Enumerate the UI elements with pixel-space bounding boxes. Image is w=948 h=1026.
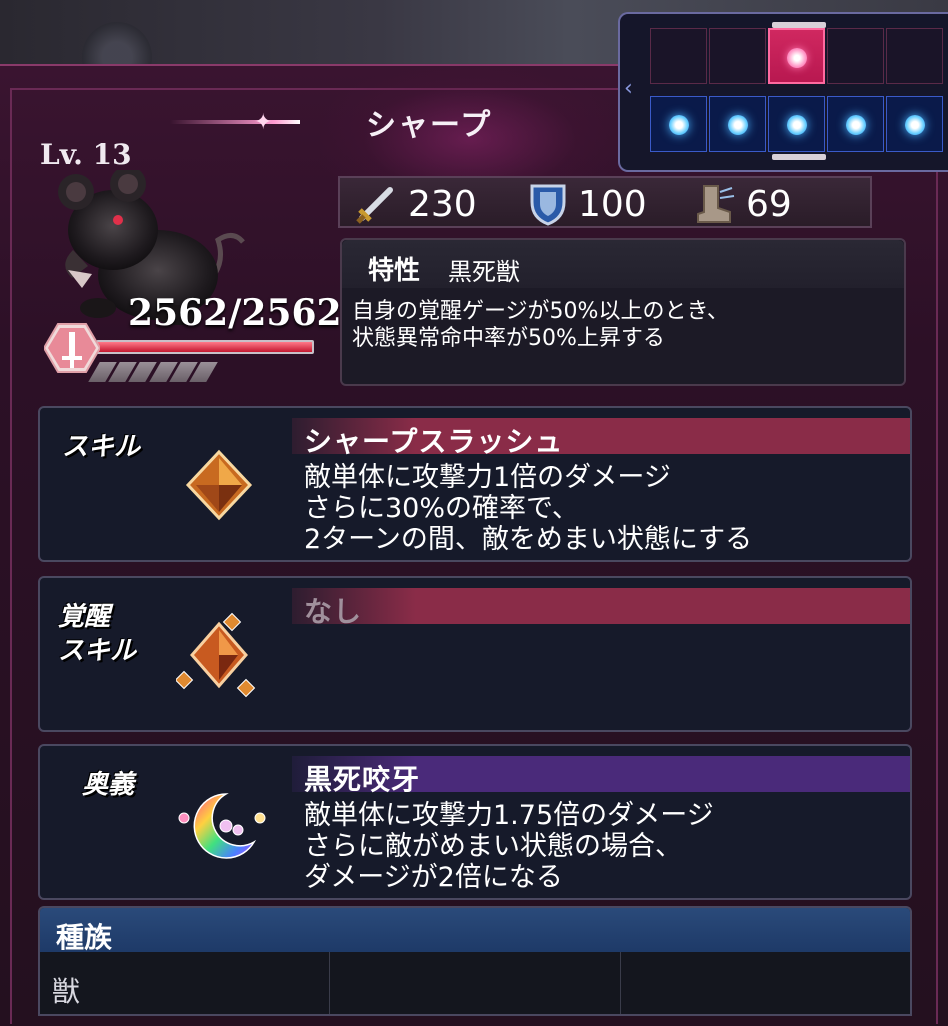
race-cell [330,952,621,1014]
ally-marker-icon [904,115,925,135]
defense-value: 100 [578,183,647,225]
trait-label: 特性 [368,256,421,286]
formation-front-row [650,96,943,152]
race-cell [621,952,910,1014]
sword-icon [356,187,393,224]
formation-slot[interactable] [886,28,943,84]
speed-value: 69 [746,183,792,225]
awakening-gauge [88,362,218,382]
sparkle-icon: ✦ [254,110,273,135]
awakened-skill-category-label: 覚醒 スキル [58,602,137,666]
formation-slot[interactable] [827,96,884,152]
trait-panel: 特性 黒死獣 自身の覚醒ゲージが50%以上のとき、 状態異常命中率が50%上昇す… [340,238,906,386]
boot-icon [697,185,735,223]
formation-slot[interactable] [650,28,707,84]
formation-slot[interactable] [709,96,766,152]
ultimate-panel[interactable]: 黒死咬牙 敵単体に攻撃力1.75倍のダメージ さらに敵がめまい状態の場合、 ダメ… [38,744,912,900]
skill-description: 敵単体に攻撃力1倍のダメージ さらに30%の確率で、 2ターンの間、敵をめまい状… [304,462,753,555]
ally-marker-icon [727,115,748,135]
awakened-skill-header [292,588,910,624]
ultimate-category-label: 奥義 [82,770,135,800]
position-marker-icon [786,48,807,68]
formation-back-row [650,28,943,84]
skill-name: シャープスラッシュ [304,425,564,458]
formation-slot[interactable] [886,96,943,152]
formation-slot[interactable] [827,28,884,84]
formation-slot-active[interactable] [768,28,825,84]
race-panel: 種族 獣 [38,906,912,1016]
skill-category-label: スキル [62,432,141,462]
stat-defense: 100 [528,182,647,226]
skill-crystal-icon [185,449,253,521]
hp-bar [96,340,314,354]
formation-slot[interactable] [768,96,825,152]
ally-marker-icon [845,115,866,135]
trait-description: 自身の覚醒ゲージが50%以上のとき、 状態異常命中率が50%上昇する [352,299,729,351]
race-header [40,908,910,952]
skill-panel[interactable]: シャープスラッシュ 敵単体に攻撃力1倍のダメージ さらに30%の確率で、 2ター… [38,406,912,562]
awakened-skill-name: なし [304,595,363,628]
chevron-left-icon[interactable]: ‹ [624,76,640,106]
ally-marker-icon [668,115,689,135]
hp-bar-fill [98,342,312,352]
ultimate-description: 敵単体に攻撃力1.75倍のダメージ さらに敵がめまい状態の場合、 ダメージが2倍… [304,800,714,893]
ultimate-name: 黒死咬牙 [304,763,421,796]
trait-name: 黒死獣 [448,258,520,286]
attack-type-sword-icon [44,323,100,373]
stat-attack: 230 [354,182,477,226]
formation-slot[interactable] [709,28,766,84]
formation-slot[interactable] [650,96,707,152]
stat-speed: 69 [692,182,792,226]
unit-level: Lv. 13 [40,138,132,171]
race-row: 獣 [40,952,910,1014]
name-flourish [170,120,300,124]
unit-name: シャープ [366,108,493,143]
crescent-moon-icon [178,793,266,859]
awakened-skill-panel[interactable]: なし 覚醒 スキル [38,576,912,732]
ally-marker-icon [786,115,807,135]
trait-header [342,240,904,288]
race-cell: 獣 [40,952,331,1014]
shield-icon [530,184,566,226]
formation-marker-bottom [772,154,826,160]
hp-value: 2562/2562 [128,292,342,334]
race-title: 種族 [56,921,113,954]
awakened-crystal-icon [176,612,256,698]
attack-value: 230 [408,183,477,225]
